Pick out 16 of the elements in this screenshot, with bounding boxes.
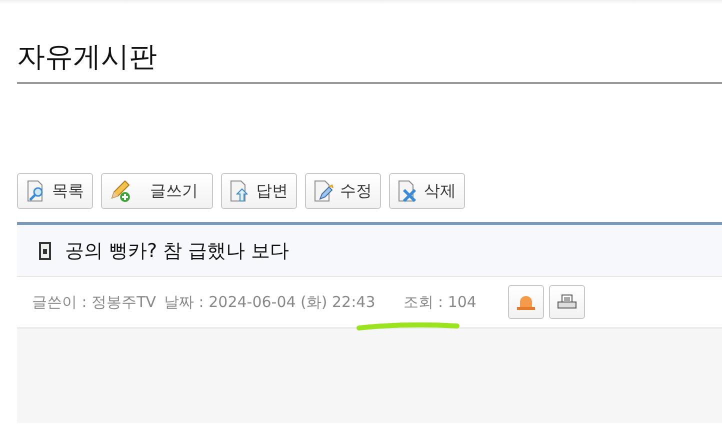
toolbar-button[interactable]: 목록 [17, 173, 93, 209]
board-title: 자유게시판 [17, 40, 722, 84]
siren-icon [515, 293, 538, 311]
pen-document-icon [312, 179, 336, 203]
report-button[interactable] [508, 285, 544, 319]
toolbar-button[interactable]: 삭제 [389, 173, 465, 209]
post-title: 공의 뻥카? 참 급했나 보다 [65, 238, 290, 264]
toolbar-button[interactable]: 글쓰기 [101, 173, 213, 209]
meta-text: 글쓴이 : 정봉주TV [32, 292, 156, 312]
toolbar-button[interactable]: 답변 [221, 173, 297, 209]
meta-text: 날짜 : 2024-06-04 (화) 22:43 [164, 292, 376, 312]
toolbar-button[interactable]: 수정 [305, 173, 381, 209]
print-button[interactable] [549, 285, 586, 319]
printer-icon [556, 293, 578, 311]
phone-icon [39, 242, 51, 260]
meta-text: 조회 : 104 [403, 292, 476, 312]
